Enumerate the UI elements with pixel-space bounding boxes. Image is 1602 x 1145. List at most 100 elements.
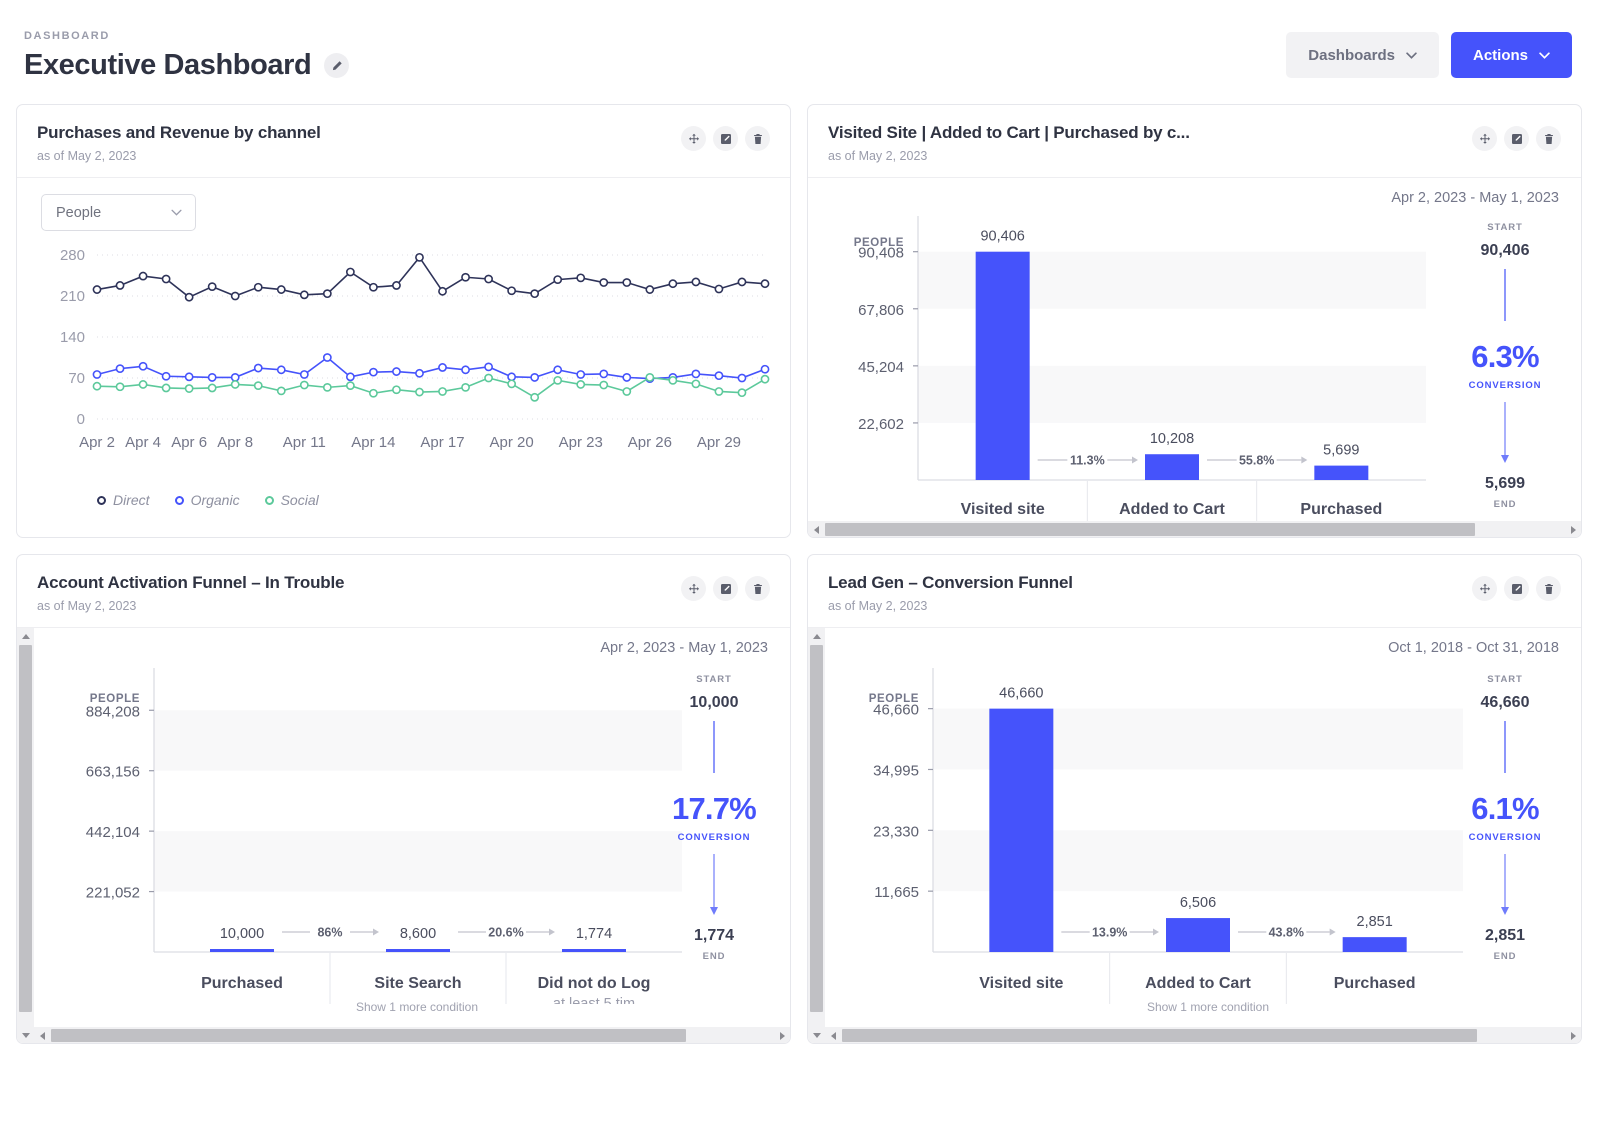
data-point[interactable] bbox=[508, 287, 515, 294]
legend-item-organic[interactable]: Organic bbox=[175, 492, 240, 508]
scroll-down-button[interactable] bbox=[17, 1027, 34, 1044]
scroll-left-button[interactable] bbox=[808, 521, 825, 538]
data-point[interactable] bbox=[485, 363, 492, 370]
data-point[interactable] bbox=[186, 294, 193, 301]
data-point[interactable] bbox=[370, 390, 377, 397]
data-point[interactable] bbox=[324, 290, 331, 297]
legend-item-social[interactable]: Social bbox=[265, 492, 319, 508]
data-point[interactable] bbox=[186, 385, 193, 392]
scroll-thumb[interactable] bbox=[810, 645, 823, 1012]
funnel-chart[interactable]: PEOPLE22,60245,20467,80690,40890,406Visi… bbox=[826, 212, 1481, 524]
funnel-bar[interactable] bbox=[386, 949, 450, 952]
edit-card-button[interactable] bbox=[1504, 126, 1529, 151]
data-point[interactable] bbox=[116, 282, 123, 289]
data-point[interactable] bbox=[577, 371, 584, 378]
delete-card-button[interactable] bbox=[1536, 576, 1561, 601]
scroll-up-button[interactable] bbox=[808, 628, 825, 645]
data-point[interactable] bbox=[623, 279, 630, 286]
data-point[interactable] bbox=[646, 286, 653, 293]
data-point[interactable] bbox=[393, 282, 400, 289]
data-point[interactable] bbox=[347, 268, 354, 275]
edit-title-button[interactable] bbox=[324, 53, 349, 78]
data-point[interactable] bbox=[669, 280, 676, 287]
data-point[interactable] bbox=[232, 292, 239, 299]
data-point[interactable] bbox=[139, 381, 146, 388]
metric-select[interactable]: People bbox=[41, 194, 196, 231]
data-point[interactable] bbox=[301, 381, 308, 388]
data-point[interactable] bbox=[255, 364, 262, 371]
data-point[interactable] bbox=[692, 380, 699, 387]
scroll-down-button[interactable] bbox=[808, 1027, 825, 1044]
data-point[interactable] bbox=[623, 374, 630, 381]
data-point[interactable] bbox=[623, 388, 630, 395]
legend-item-direct[interactable]: Direct bbox=[97, 492, 150, 508]
horizontal-scrollbar[interactable] bbox=[808, 521, 1581, 538]
data-point[interactable] bbox=[531, 374, 538, 381]
horizontal-scrollbar[interactable] bbox=[34, 1027, 790, 1044]
data-point[interactable] bbox=[370, 369, 377, 376]
data-point[interactable] bbox=[301, 291, 308, 298]
scroll-track[interactable] bbox=[51, 1027, 773, 1044]
data-point[interactable] bbox=[255, 382, 262, 389]
data-point[interactable] bbox=[439, 364, 446, 371]
vertical-scrollbar[interactable] bbox=[17, 628, 34, 1044]
data-point[interactable] bbox=[692, 370, 699, 377]
funnel-bar[interactable] bbox=[1343, 937, 1407, 952]
data-point[interactable] bbox=[715, 285, 722, 292]
data-point[interactable] bbox=[209, 384, 216, 391]
scroll-thumb[interactable] bbox=[19, 645, 32, 1012]
data-point[interactable] bbox=[508, 373, 515, 380]
scroll-track[interactable] bbox=[825, 521, 1564, 538]
data-point[interactable] bbox=[761, 376, 768, 383]
scroll-right-button[interactable] bbox=[1564, 1027, 1581, 1044]
data-point[interactable] bbox=[738, 389, 745, 396]
data-point[interactable] bbox=[439, 388, 446, 395]
data-point[interactable] bbox=[278, 366, 285, 373]
data-point[interactable] bbox=[116, 365, 123, 372]
data-point[interactable] bbox=[393, 386, 400, 393]
move-card-button[interactable] bbox=[681, 576, 706, 601]
data-point[interactable] bbox=[577, 381, 584, 388]
scroll-thumb[interactable] bbox=[51, 1029, 686, 1042]
move-card-button[interactable] bbox=[681, 126, 706, 151]
scroll-track[interactable] bbox=[808, 645, 825, 1027]
move-card-button[interactable] bbox=[1472, 576, 1497, 601]
data-point[interactable] bbox=[738, 278, 745, 285]
data-point[interactable] bbox=[232, 381, 239, 388]
scroll-track[interactable] bbox=[17, 645, 34, 1027]
data-point[interactable] bbox=[163, 373, 170, 380]
delete-card-button[interactable] bbox=[1536, 126, 1561, 151]
data-point[interactable] bbox=[232, 374, 239, 381]
data-point[interactable] bbox=[416, 254, 423, 261]
data-point[interactable] bbox=[393, 368, 400, 375]
data-point[interactable] bbox=[508, 380, 515, 387]
data-point[interactable] bbox=[416, 388, 423, 395]
scroll-left-button[interactable] bbox=[825, 1027, 842, 1044]
funnel-bar[interactable] bbox=[210, 949, 274, 952]
data-point[interactable] bbox=[462, 274, 469, 281]
data-point[interactable] bbox=[370, 284, 377, 291]
data-point[interactable] bbox=[600, 279, 607, 286]
funnel-bar[interactable] bbox=[562, 949, 626, 952]
scroll-thumb[interactable] bbox=[842, 1029, 1477, 1042]
data-point[interactable] bbox=[577, 274, 584, 281]
data-point[interactable] bbox=[301, 371, 308, 378]
vertical-scrollbar[interactable] bbox=[808, 628, 825, 1044]
funnel-chart[interactable]: PEOPLE221,052442,104663,156884,20810,000… bbox=[42, 664, 682, 1004]
funnel-bar[interactable] bbox=[989, 709, 1053, 952]
dashboards-button[interactable]: Dashboards bbox=[1286, 32, 1439, 78]
data-point[interactable] bbox=[715, 372, 722, 379]
data-point[interactable] bbox=[278, 387, 285, 394]
funnel-bar[interactable] bbox=[1314, 466, 1368, 480]
show-more-conditions-link[interactable]: Show 1 more condition bbox=[1108, 1000, 1308, 1014]
data-point[interactable] bbox=[324, 384, 331, 391]
data-point[interactable] bbox=[554, 276, 561, 283]
edit-card-button[interactable] bbox=[713, 126, 738, 151]
scroll-left-button[interactable] bbox=[34, 1027, 51, 1044]
data-point[interactable] bbox=[255, 284, 262, 291]
scroll-right-button[interactable] bbox=[1564, 521, 1581, 538]
data-point[interactable] bbox=[116, 383, 123, 390]
move-card-button[interactable] bbox=[1472, 126, 1497, 151]
scroll-thumb[interactable] bbox=[825, 523, 1475, 536]
actions-button[interactable]: Actions bbox=[1451, 32, 1572, 78]
